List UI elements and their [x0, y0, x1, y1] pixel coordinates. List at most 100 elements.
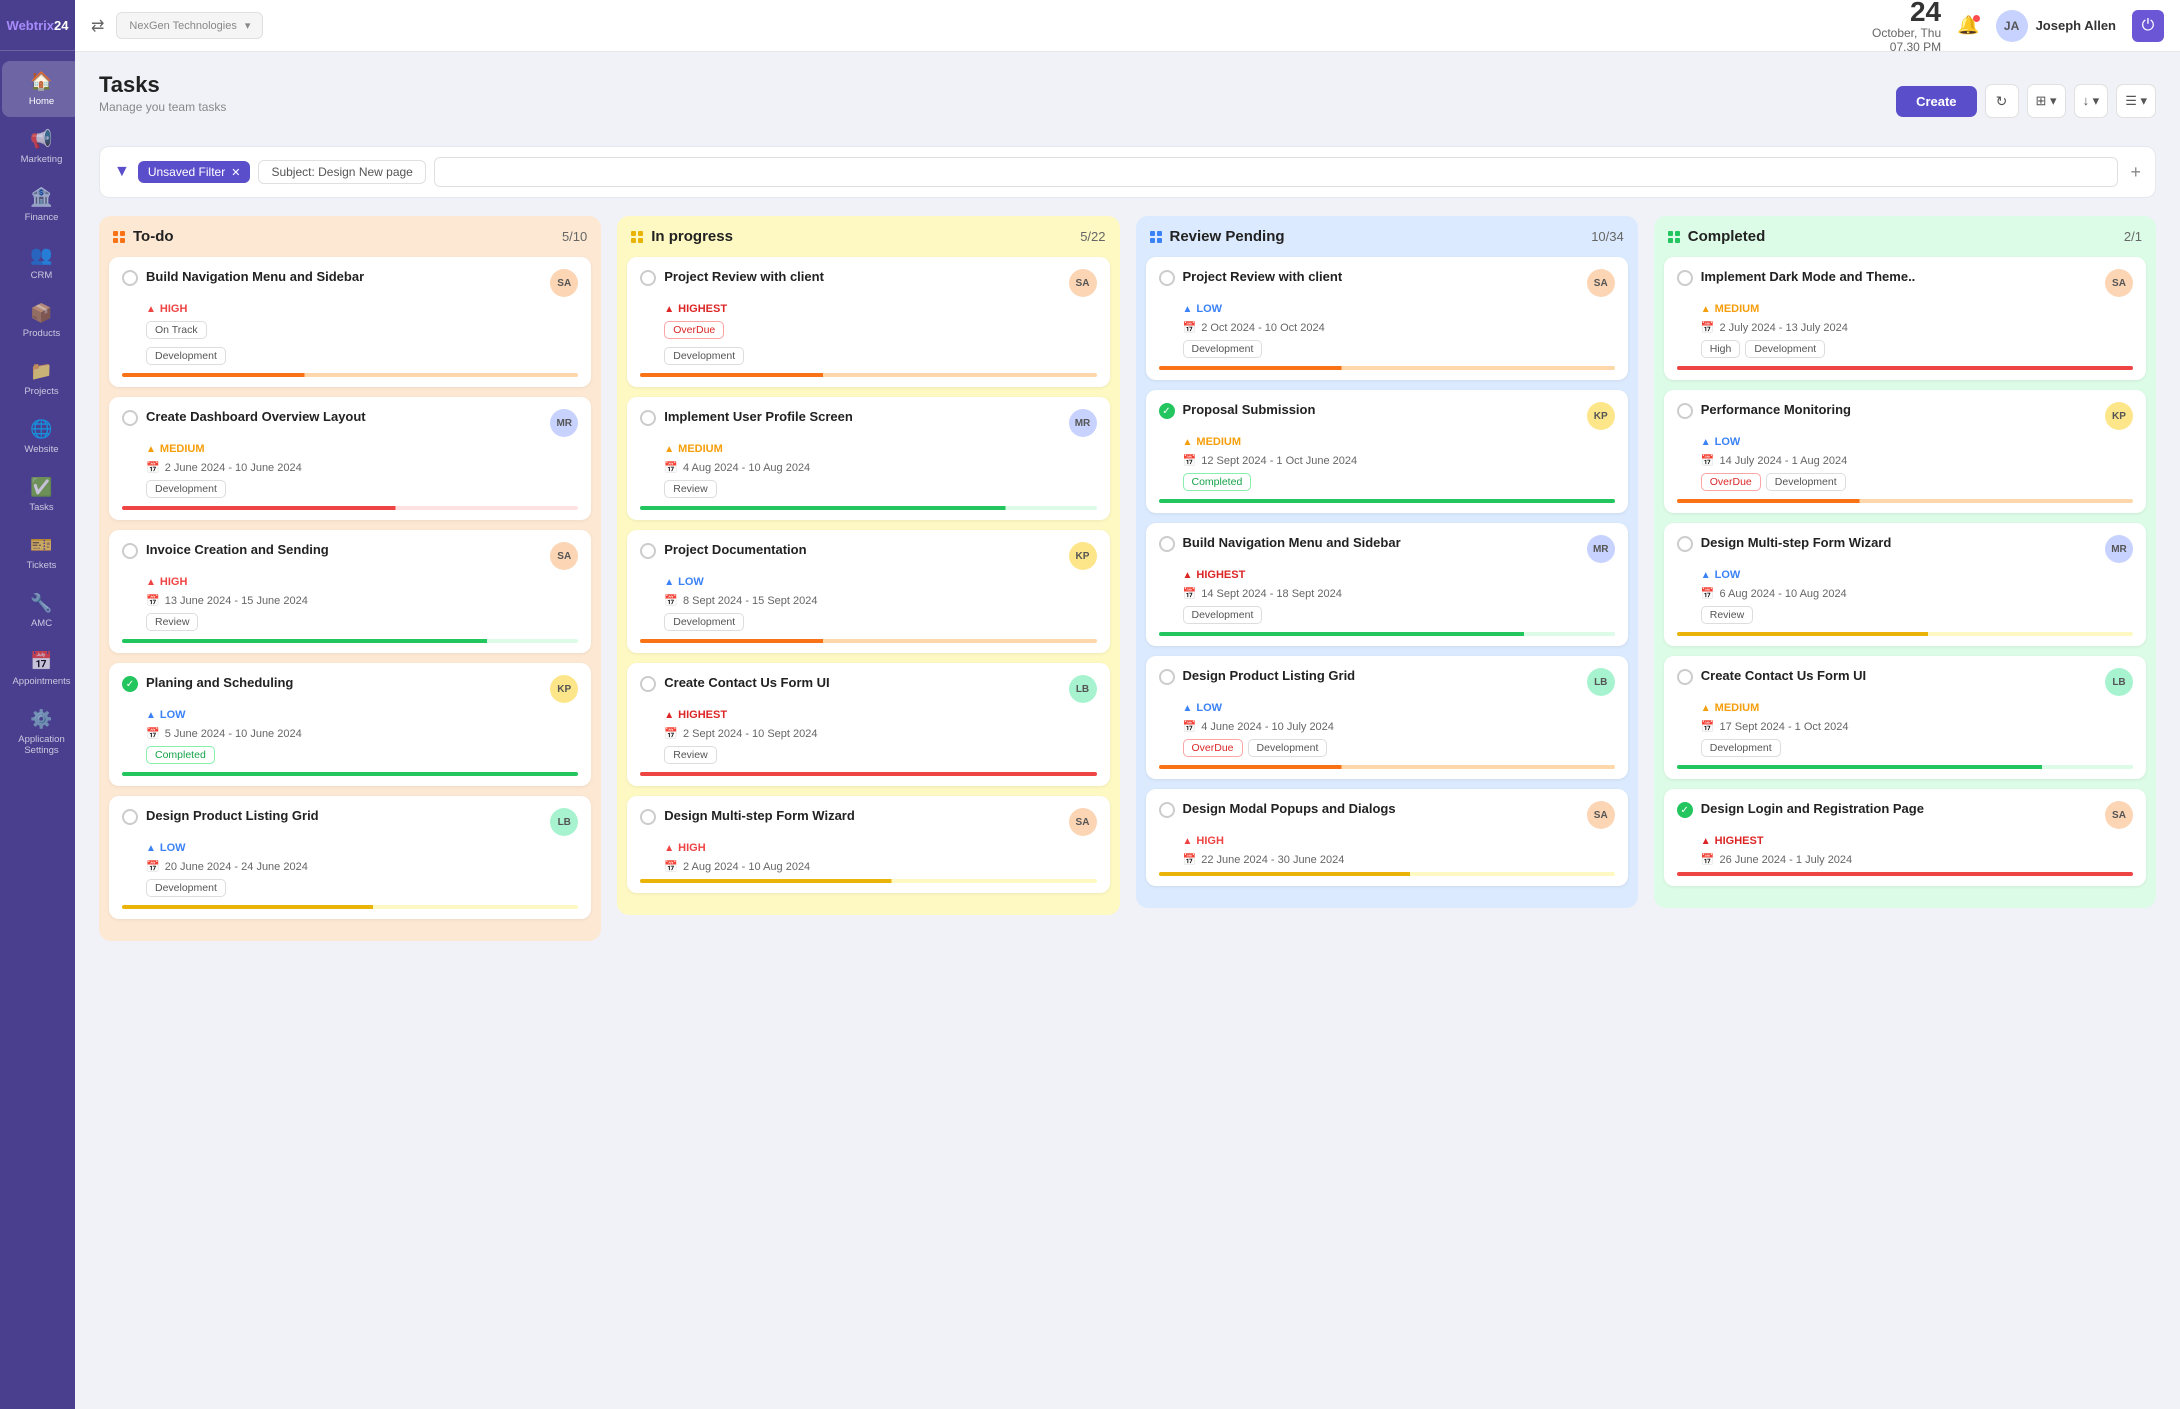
priority-label: HIGHEST	[1715, 835, 1764, 847]
sidebar-item-tasks[interactable]: ✅ Tasks	[2, 467, 75, 523]
task-title: Design Product Listing Grid	[146, 808, 542, 825]
col-count: 10/34	[1591, 229, 1624, 244]
notification-bell[interactable]: 🔔	[1957, 15, 1979, 36]
task-checkbox[interactable]	[1677, 270, 1693, 286]
task-avatar: SA	[1069, 808, 1097, 836]
sidebar-item-tickets[interactable]: 🎫 Tickets	[2, 525, 75, 581]
task-checkbox[interactable]	[640, 676, 656, 692]
task-priority: ▲ MEDIUM	[146, 443, 578, 455]
task-progress	[1159, 499, 1615, 503]
task-checkbox[interactable]	[1677, 403, 1693, 419]
task-checkbox[interactable]	[122, 270, 138, 286]
sidebar-item-crm[interactable]: 👥 CRM	[2, 235, 75, 291]
priority-label: HIGH	[160, 303, 188, 315]
sidebar-item-finance[interactable]: 🏦 Finance	[2, 177, 75, 233]
task-avatar: SA	[1587, 801, 1615, 829]
priority-label: LOW	[678, 576, 704, 588]
task-checkbox[interactable]	[1677, 669, 1693, 685]
task-card-header: Implement User Profile Screen MR	[640, 409, 1096, 437]
calendar-icon: 📅	[664, 860, 678, 873]
task-checkbox[interactable]	[640, 809, 656, 825]
subject-filter[interactable]: Subject: Design New page	[258, 160, 425, 184]
task-checkbox[interactable]	[1159, 270, 1175, 286]
unsaved-filter-tag[interactable]: Unsaved Filter ✕	[138, 161, 251, 183]
calendar-icon: 📅	[146, 727, 160, 740]
calendar-icon: 📅	[1701, 321, 1715, 334]
download-button[interactable]: ↓ ▾	[2074, 84, 2109, 118]
filter-input[interactable]	[434, 157, 2119, 187]
task-avatar: MR	[2105, 535, 2133, 563]
task-checkbox[interactable]	[1159, 669, 1175, 685]
list-view-button[interactable]: ☰ ▾	[2116, 84, 2156, 118]
user-profile[interactable]: JA Joseph Allen	[1996, 10, 2116, 42]
sidebar-item-application-settings[interactable]: ⚙️ Application Settings	[2, 699, 75, 766]
priority-label: MEDIUM	[160, 443, 205, 455]
task-progress	[122, 905, 578, 909]
task-card: Implement User Profile Screen MR ▲ MEDIU…	[627, 397, 1109, 520]
sidebar-item-marketing[interactable]: 📢 Marketing	[2, 119, 75, 175]
task-avatar: KP	[2105, 402, 2133, 430]
calendar-icon: 📅	[1701, 587, 1715, 600]
task-checkbox[interactable]	[122, 543, 138, 559]
sidebar-item-website[interactable]: 🌐 Website	[2, 409, 75, 465]
task-tags: Review	[664, 480, 1096, 498]
sidebar-item-appointments[interactable]: 📅 Appointments	[2, 641, 75, 697]
task-date: 📅 5 June 2024 - 10 June 2024	[146, 727, 578, 740]
refresh-button[interactable]: ↻	[1985, 84, 2019, 118]
task-checkbox[interactable]	[122, 809, 138, 825]
task-checkbox[interactable]	[122, 410, 138, 426]
task-progress	[122, 373, 578, 377]
task-tags: Development	[146, 347, 578, 365]
power-button[interactable]: ⏻	[2132, 10, 2164, 42]
task-progress	[1677, 632, 2133, 636]
col-title: In progress	[651, 228, 1072, 245]
calendar-icon: 📅	[146, 860, 160, 873]
task-checkbox[interactable]	[640, 410, 656, 426]
sidebar-item-projects[interactable]: 📁 Projects	[2, 351, 75, 407]
sidebar-item-amc[interactable]: 🔧 AMC	[2, 583, 75, 639]
create-button[interactable]: Create	[1896, 86, 1976, 117]
priority-icon: ▲	[1183, 304, 1193, 315]
priority-icon: ▲	[146, 304, 156, 315]
filter-add-icon[interactable]: +	[2130, 162, 2141, 183]
task-checkbox[interactable]	[640, 543, 656, 559]
date-text: 13 June 2024 - 15 June 2024	[165, 595, 308, 607]
task-avatar: LB	[1069, 675, 1097, 703]
subject-filter-label: Subject: Design New page	[271, 165, 412, 179]
task-card: Design Multi-step Form Wizard MR ▲ LOW 📅…	[1664, 523, 2146, 646]
task-checkbox[interactable]: ✓	[122, 676, 138, 692]
priority-icon: ▲	[1701, 304, 1711, 315]
task-date: 📅 8 Sept 2024 - 15 Sept 2024	[664, 594, 1096, 607]
filter-icon[interactable]: ▼	[114, 163, 130, 181]
sidebar-icon: 📦	[30, 303, 52, 324]
task-tag: Review	[146, 613, 198, 631]
priority-icon: ▲	[664, 710, 674, 721]
switch-icon[interactable]: ⇄	[91, 16, 104, 36]
priority-label: MEDIUM	[1715, 702, 1760, 714]
task-card-header: Design Modal Popups and Dialogs SA	[1159, 801, 1615, 829]
sidebar-item-home[interactable]: 🏠 Home	[2, 61, 75, 117]
sidebar-item-products[interactable]: 📦 Products	[2, 293, 75, 349]
grid-view-button[interactable]: ⊞ ▾	[2027, 84, 2066, 118]
task-checkbox[interactable]: ✓	[1159, 403, 1175, 419]
task-priority: ▲ LOW	[1701, 436, 2133, 448]
task-checkbox[interactable]	[640, 270, 656, 286]
calendar-icon: 📅	[146, 461, 160, 474]
task-priority: ▲ LOW	[1701, 569, 2133, 581]
priority-icon: ▲	[664, 444, 674, 455]
task-checkbox[interactable]: ✓	[1677, 802, 1693, 818]
filter-close-icon[interactable]: ✕	[231, 166, 240, 179]
task-checkbox[interactable]	[1159, 536, 1175, 552]
col-count: 5/22	[1080, 229, 1105, 244]
task-progress	[122, 772, 578, 776]
sidebar-icon: 📅	[30, 651, 52, 672]
calendar-icon: 📅	[664, 594, 678, 607]
task-progress	[1159, 765, 1615, 769]
task-checkbox[interactable]	[1159, 802, 1175, 818]
date-text: 4 Aug 2024 - 10 Aug 2024	[683, 462, 810, 474]
org-selector[interactable]: NexGen Technologies ▾	[116, 12, 263, 39]
col-header: Completed 2/1	[1664, 228, 2146, 245]
task-checkbox[interactable]	[1677, 536, 1693, 552]
task-avatar: LB	[1587, 668, 1615, 696]
ontrack-tag: On Track	[146, 321, 207, 339]
